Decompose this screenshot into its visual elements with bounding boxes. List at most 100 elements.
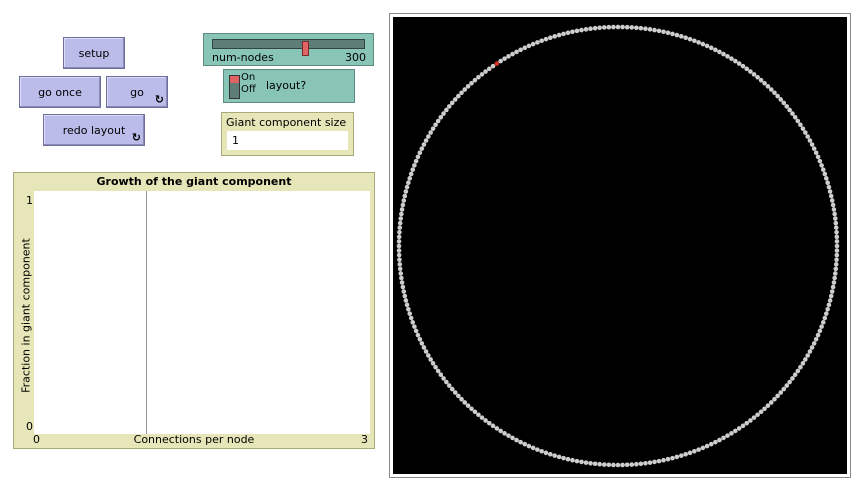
network-node [696,40,701,45]
network-node [692,38,697,44]
slider-track[interactable] [212,39,365,56]
network-node [831,207,837,212]
world-canvas[interactable] [393,17,847,474]
network-node [606,462,612,468]
network-node [696,447,701,452]
network-node [592,461,598,467]
network-node [700,445,706,451]
network-node [433,364,438,370]
network-node [717,49,722,55]
network-node [494,61,500,66]
network-node [397,220,403,226]
network-node [421,142,427,147]
network-node [683,35,688,41]
network-node [406,307,411,312]
network-node [419,146,425,151]
network-node [823,176,829,181]
network-node [441,376,446,381]
setup-button[interactable]: setup [63,37,125,69]
network-node [721,435,726,441]
network-node [679,453,684,458]
slider-label: num-nodes [212,51,274,64]
network-node [828,193,834,199]
network-node [469,80,474,86]
network-node [820,320,826,325]
network-node [615,24,621,30]
network-node [781,386,787,392]
network-node [397,262,403,267]
world-view[interactable] [389,13,851,478]
network-node [765,84,771,89]
network-node [402,193,408,199]
switch-toggle[interactable] [229,75,240,99]
network-node [502,56,507,61]
go-once-button-label: go once [38,85,82,99]
network-node [430,126,436,131]
network-node [798,122,803,128]
network-node [490,63,496,69]
network-node [396,248,402,253]
network-node [611,462,616,468]
network-node [552,453,557,458]
network-node [829,198,835,203]
redo-layout-button[interactable]: redo layout ↻ [43,114,145,146]
network-node [733,428,738,434]
network-node [479,72,485,77]
redo-layout-button-label: redo layout [62,123,126,137]
network-node [530,41,536,47]
network-node [403,189,409,194]
network-node [449,386,455,392]
network-node [565,456,571,462]
network-node [826,184,832,190]
network-node [787,107,792,113]
network-node [809,142,815,147]
network-node [717,437,722,443]
network-node [815,154,821,160]
num-nodes-slider[interactable]: num-nodes 300 [203,33,374,66]
network-node [556,454,562,460]
network-node [674,32,680,38]
network-node [428,357,433,362]
network-node [795,118,801,124]
network-node [834,248,840,253]
slider-handle[interactable] [302,41,309,56]
network-node [570,457,575,463]
network-node [787,379,792,385]
network-node [798,364,803,370]
network-node [404,184,410,190]
network-node [530,445,536,451]
network-node [834,257,839,263]
network-node [692,448,697,454]
go-button[interactable]: go ↻ [106,76,168,108]
network-node [744,66,750,72]
network-node [665,456,671,462]
network-node [498,428,503,434]
network-graph [396,24,840,468]
network-node [751,72,757,77]
monitor-value: 1 [227,131,348,150]
network-node [620,24,625,30]
network-node [834,252,840,258]
network-node [408,315,414,321]
network-node [397,257,402,263]
network-node [700,41,706,47]
network-node [647,27,653,32]
network-node [721,51,726,57]
network-node [483,418,488,423]
network-node [526,43,532,49]
network-node [736,426,742,431]
network-node [725,433,730,438]
layout-switch[interactable]: On Off layout? [223,69,355,103]
network-node [574,458,580,464]
network-node [401,289,407,294]
giant-component-monitor: Giant component size 1 [221,112,354,156]
network-node [522,441,528,447]
network-node [652,459,657,465]
network-node [832,216,838,221]
network-node [832,275,837,281]
plot-vertical-line [146,191,147,434]
network-node [833,262,839,267]
network-node [755,412,760,418]
go-once-button[interactable]: go once [19,76,101,108]
network-node [449,100,455,106]
